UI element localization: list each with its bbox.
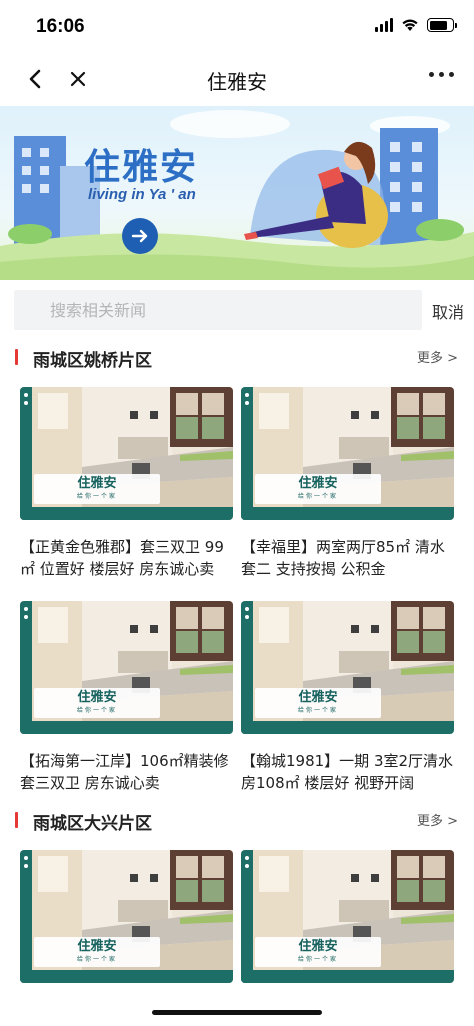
listing-card[interactable]: 住雅安 给你一个家 [241, 850, 454, 983]
listing-thumbnail: 住雅安 给你一个家 [20, 601, 233, 734]
brand-logo: 住雅安 给你一个家 [34, 474, 160, 504]
listing-card[interactable]: 住雅安 给你一个家 [20, 850, 233, 983]
brand-logo-name: 住雅安 [77, 690, 117, 705]
brand-logo: 住雅安 给你一个家 [34, 937, 160, 967]
more-options-icon[interactable] [429, 72, 454, 77]
brand-logo-slogan: 给你一个家 [297, 956, 338, 963]
brand-logo-name: 住雅安 [77, 939, 117, 954]
brand-logo: 住雅安 给你一个家 [255, 688, 381, 718]
cellular-signal-icon [375, 18, 393, 32]
listing-thumbnail: 住雅安 给你一个家 [20, 850, 233, 983]
brand-logo: 住雅安 给你一个家 [255, 937, 381, 967]
brand-logo: 住雅安 给你一个家 [255, 474, 381, 504]
status-time: 16:06 [36, 16, 85, 37]
listing-card[interactable]: 住雅安给你一个家 【正黄金色雅郡】套三双卫 99㎡ 位置好 楼层好 房东诚心卖 [20, 387, 233, 580]
listing-card[interactable]: 住雅安给你一个家 【拓海第一江岸】106㎡精装修套三双卫 房东诚心卖 [20, 601, 233, 794]
status-icons [375, 18, 457, 32]
listing-thumbnail: 住雅安 给你一个家 [241, 387, 454, 520]
listing-thumbnail: 住雅安 给你一个家 [241, 601, 454, 734]
home-indicator [152, 1010, 322, 1015]
brand-logo-name: 住雅安 [298, 476, 338, 491]
brand-logo-name: 住雅安 [77, 476, 117, 491]
section-title: 雨城区姚桥片区 [33, 351, 152, 371]
section-title: 雨城区大兴片区 [33, 814, 152, 834]
banner-subtitle: living in Ya ' an [88, 186, 196, 203]
listing-thumbnail: 住雅安 给你一个家 [241, 850, 454, 983]
banner-title: 住雅安 [84, 147, 199, 188]
more-link[interactable]: 更多 > [417, 347, 458, 366]
brand-logo-slogan: 给你一个家 [297, 707, 338, 714]
search-input[interactable] [14, 290, 422, 330]
brand-logo-slogan: 给你一个家 [76, 707, 117, 714]
wifi-icon [402, 19, 418, 31]
arrow-right-icon [131, 229, 148, 243]
listing-title: 【翰城1981】一期 3室2厅清水房108㎡ 楼层好 视野开阔 [241, 752, 454, 792]
banner-illustration [0, 110, 474, 280]
listing-title: 【正黄金色雅郡】套三双卫 99㎡ 位置好 楼层好 房东诚心卖 [20, 538, 224, 578]
page-title: 住雅安 [207, 70, 267, 94]
brand-logo-slogan: 给你一个家 [297, 493, 338, 500]
brand-logo-slogan: 给你一个家 [76, 493, 117, 500]
listing-title: 【幸福里】两室两厅85㎡ 清水套二 支持按揭 公积金 [241, 538, 445, 578]
battery-icon [427, 18, 457, 32]
listing-thumbnail: 住雅安 给你一个家 [20, 387, 233, 520]
section-accent-bar [15, 812, 18, 828]
section-accent-bar [15, 349, 18, 365]
listing-card[interactable]: 住雅安给你一个家 【翰城1981】一期 3室2厅清水房108㎡ 楼层好 视野开阔 [241, 601, 454, 794]
brand-logo-slogan: 给你一个家 [76, 956, 117, 963]
brand-logo-name: 住雅安 [298, 690, 338, 705]
banner-arrow-button[interactable] [122, 218, 158, 254]
brand-logo: 住雅安 给你一个家 [34, 688, 160, 718]
listing-card[interactable]: 住雅安给你一个家 【幸福里】两室两厅85㎡ 清水套二 支持按揭 公积金 [241, 387, 454, 580]
listing-title: 【拓海第一江岸】106㎡精装修套三双卫 房东诚心卖 [20, 752, 229, 792]
nav-bar: 住雅安 [0, 52, 474, 106]
brand-logo-name: 住雅安 [298, 939, 338, 954]
search-bar: 取消 [14, 290, 468, 330]
more-link[interactable]: 更多 > [417, 810, 458, 829]
cancel-button[interactable]: 取消 [432, 299, 464, 323]
banner[interactable]: 住雅安 living in Ya ' an [0, 106, 474, 280]
section-header: 雨城区姚桥片区 更多 > [0, 343, 474, 373]
status-bar: 16:06 [0, 0, 474, 52]
section-header: 雨城区大兴片区 更多 > [0, 806, 474, 836]
